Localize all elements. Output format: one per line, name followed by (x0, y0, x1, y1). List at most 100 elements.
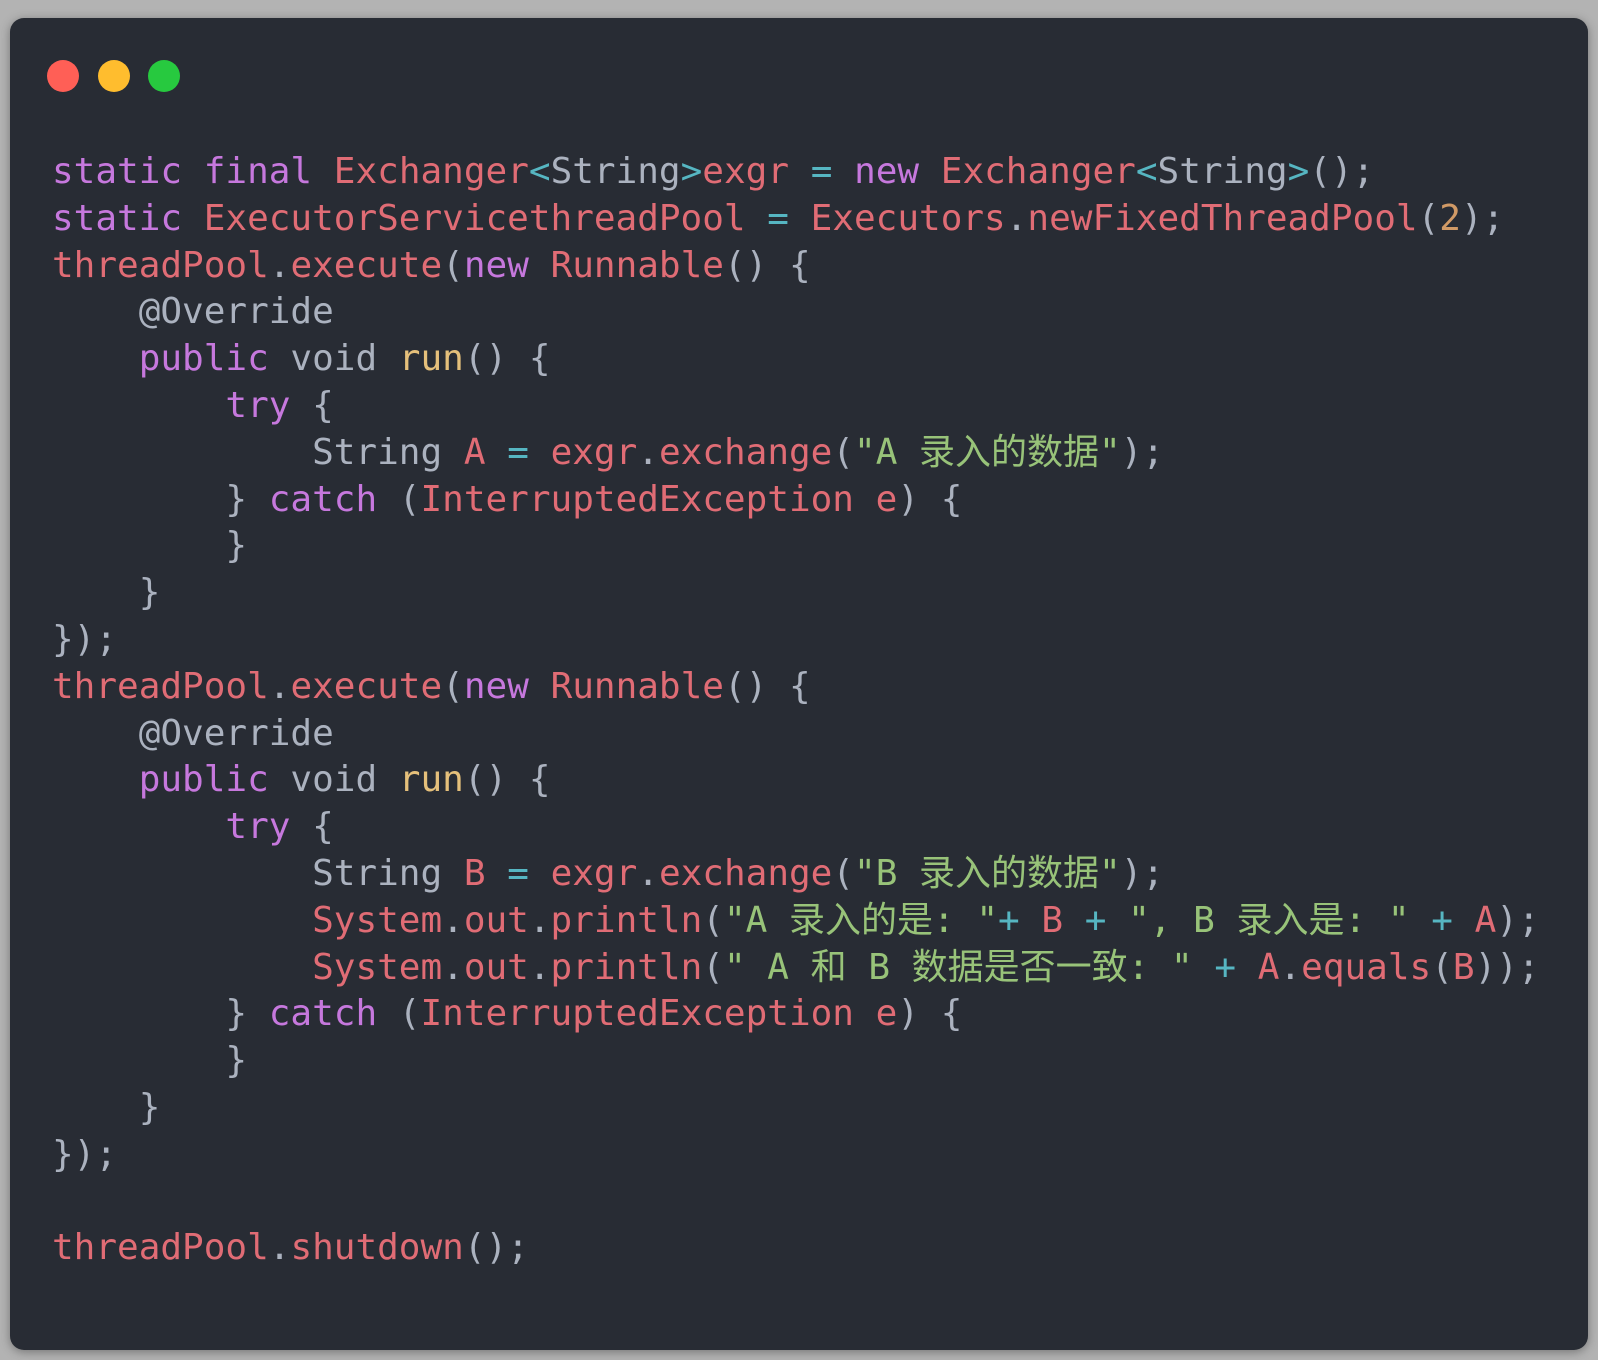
code-token: "A 录入的数据" (854, 431, 1121, 473)
code-token: . (637, 431, 659, 473)
code-token: ); (1120, 431, 1165, 473)
code-token: try (225, 384, 291, 426)
code-token: String (1157, 151, 1288, 192)
code-token: String (550, 151, 681, 192)
code-token: run (398, 338, 464, 380)
code-token: Exchanger (940, 151, 1136, 192)
code-token: String (52, 431, 464, 473)
code-line: System.out.println(" A 和 B 数据是否一致: " + A… (52, 945, 1540, 992)
code-token: @Override (52, 712, 334, 754)
code-token: threadPool (52, 244, 269, 286)
code-token: threadPool (52, 1227, 269, 1269)
code-token: . (442, 946, 464, 988)
code-token: ( (442, 665, 464, 707)
code-line: } (52, 570, 1540, 617)
code-token: Runnable (550, 665, 724, 707)
code-token: . (528, 946, 551, 988)
code-token: A (463, 431, 486, 473)
code-token: ( (702, 899, 724, 941)
code-token: () { (463, 338, 551, 380)
code-token: . (442, 899, 464, 941)
code-token: } (52, 1086, 161, 1128)
code-line: } catch (InterruptedException e) { (52, 991, 1540, 1038)
code-line: threadPool.shutdown(); (52, 1225, 1540, 1272)
code-token: exchange (658, 852, 833, 894)
code-token: InterruptedException (420, 478, 854, 520)
code-token: B (1041, 899, 1064, 941)
code-token: + (1431, 899, 1453, 941)
code-token: execute (290, 665, 443, 707)
code-token: ) { (897, 478, 963, 520)
code-token: Exchanger (333, 151, 529, 192)
code-token: new (463, 244, 529, 286)
code-block: static final Exchanger<String>exgr = new… (52, 149, 1540, 1272)
code-token: () { (463, 759, 551, 801)
code-line: System.out.println("A 录入的是: "+ B + ", B … (52, 898, 1540, 945)
code-token: ExecutorServicethreadPool (203, 197, 746, 239)
code-token: ); (1496, 899, 1540, 941)
code-line: threadPool.execute(new Runnable() { (52, 664, 1540, 711)
code-token: )); (1474, 946, 1540, 988)
code-token: { (290, 806, 334, 848)
code-token: . (268, 665, 291, 707)
code-token: InterruptedException (420, 993, 854, 1035)
code-token: A (1257, 946, 1280, 988)
minimize-icon[interactable] (98, 60, 130, 92)
screenshot-frame: static final Exchanger<String>exgr = new… (0, 0, 1598, 1360)
code-token: = (810, 151, 833, 192)
code-token: ); (1120, 852, 1165, 894)
code-token: > (1287, 151, 1310, 192)
code-token: ( (442, 244, 464, 286)
code-token: = (507, 852, 529, 894)
code-token: ) { (897, 993, 963, 1035)
code-line: } (52, 523, 1540, 570)
code-token: ( (377, 993, 421, 1035)
code-token: e (875, 478, 898, 520)
code-line: try { (52, 383, 1540, 430)
code-line: String B = exgr.exchange("B 录入的数据"); (52, 851, 1540, 898)
code-token: out (463, 899, 529, 941)
code-token: . (637, 852, 659, 894)
code-token: ( (1417, 197, 1440, 239)
code-token: = (507, 431, 529, 473)
code-token: ( (832, 431, 855, 473)
code-token: public (138, 338, 269, 380)
code-token: ( (377, 478, 421, 520)
code-token: } (52, 478, 269, 520)
code-token: ); (1460, 197, 1505, 239)
code-line: }); (52, 617, 1540, 664)
code-token: (); (1309, 151, 1375, 192)
code-token: ( (702, 946, 724, 988)
code-token: Executors (810, 197, 1006, 239)
close-icon[interactable] (47, 60, 79, 92)
code-line: try { (52, 804, 1540, 851)
code-token: Runnable (550, 244, 724, 286)
code-token: < (1135, 151, 1158, 192)
code-token: } (52, 525, 248, 567)
maximize-icon[interactable] (148, 60, 180, 92)
code-token: = (767, 197, 789, 239)
code-token: String (52, 852, 464, 894)
code-token: B (463, 852, 486, 894)
code-token: execute (290, 244, 443, 286)
code-token: run (398, 759, 464, 801)
code-token: exchange (658, 431, 833, 473)
code-token: @Override (52, 291, 334, 333)
code-token: . (528, 899, 551, 941)
code-token: println (550, 899, 703, 941)
